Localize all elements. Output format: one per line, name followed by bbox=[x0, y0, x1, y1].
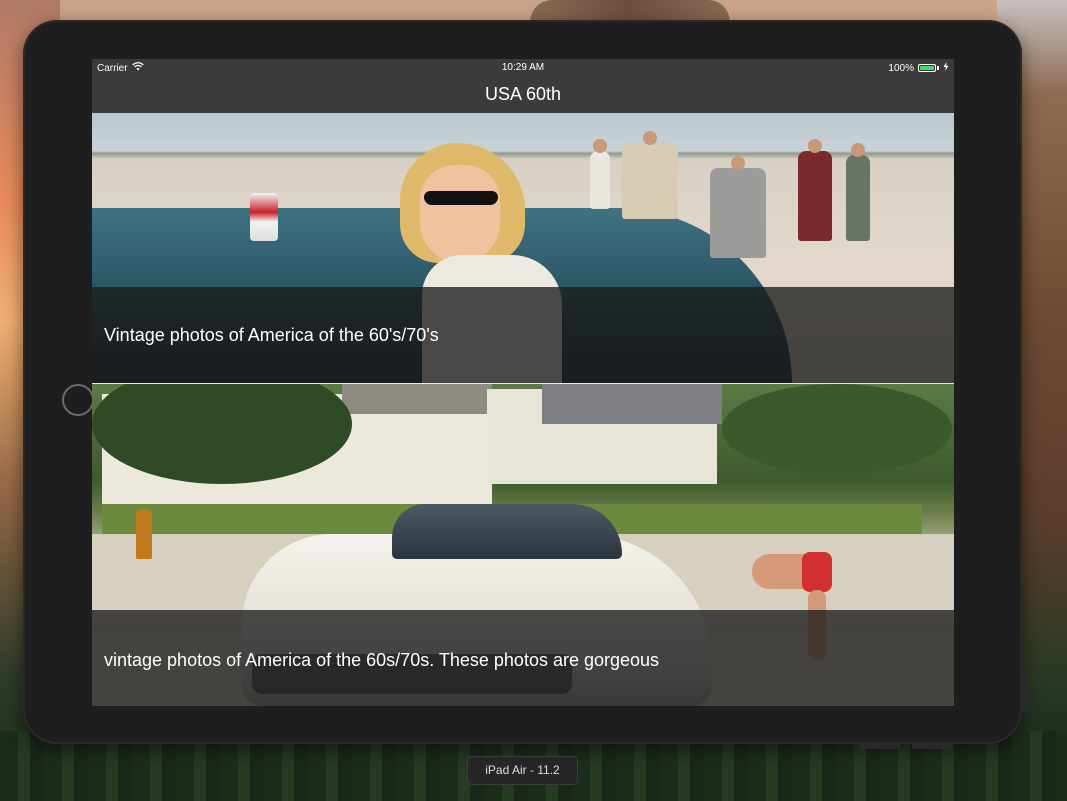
battery-tip bbox=[937, 66, 939, 70]
feed-item-2[interactable]: vintage photos of America of the 60s/70s… bbox=[92, 384, 954, 706]
caption-overlay: Vintage photos of America of the 60's/70… bbox=[92, 287, 954, 383]
nav-title: USA 60th bbox=[484, 84, 562, 104]
photo-person bbox=[710, 156, 766, 258]
photo-person bbox=[798, 139, 832, 241]
photo-roof bbox=[542, 384, 722, 424]
feed-item-caption: vintage photos of America of the 60s/70s… bbox=[104, 650, 660, 670]
photo-person bbox=[590, 139, 610, 209]
navigation-bar: USA 60th bbox=[92, 77, 954, 113]
photo-car-window bbox=[392, 504, 622, 559]
device-name-label: iPad Air - 11.2 bbox=[467, 756, 578, 785]
status-time: 10:29 AM bbox=[501, 62, 545, 73]
status-bar: Carrier 10:29 AM 100% bbox=[92, 59, 954, 77]
side-button bbox=[1022, 670, 1028, 712]
photo-roof bbox=[342, 384, 492, 414]
photo-hydrant bbox=[136, 509, 152, 559]
battery-icon bbox=[918, 64, 936, 72]
feed-item-1[interactable]: Vintage photos of America of the 60's/70… bbox=[92, 113, 954, 383]
photo-tree bbox=[722, 384, 952, 474]
photo-person bbox=[846, 143, 870, 241]
home-button[interactable] bbox=[62, 384, 94, 416]
photo-can bbox=[250, 193, 278, 241]
feed-item-caption: Vintage photos of America of the 60's/70… bbox=[104, 325, 439, 345]
caption-overlay: vintage photos of America of the 60s/70s… bbox=[92, 610, 954, 706]
wallpaper-rock bbox=[530, 0, 730, 22]
charging-bolt-icon bbox=[943, 62, 949, 74]
volume-button bbox=[912, 744, 952, 749]
device-screen: Carrier 10:29 AM 100% USA 60th Vintage p… bbox=[92, 59, 954, 706]
photo-person bbox=[622, 131, 678, 219]
battery-percent: 100% bbox=[888, 62, 914, 74]
battery-fill bbox=[920, 66, 934, 70]
volume-button bbox=[860, 744, 900, 749]
